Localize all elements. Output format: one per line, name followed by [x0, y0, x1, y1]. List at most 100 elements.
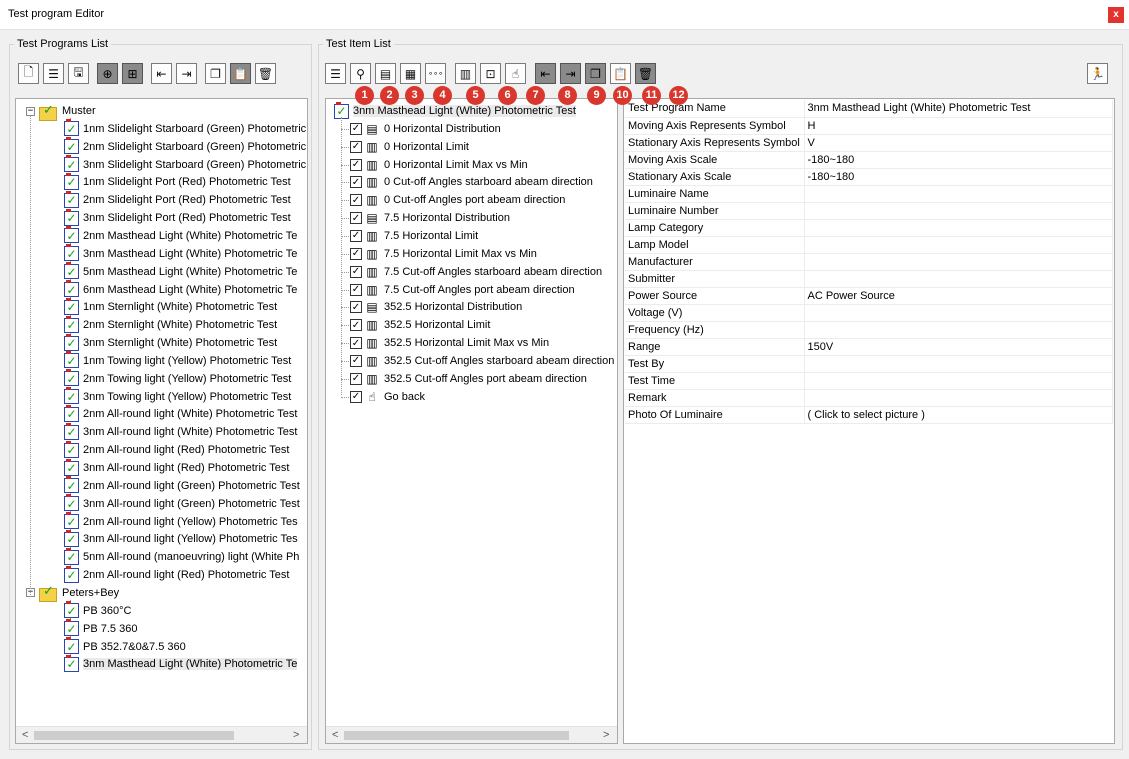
programs-toolbar-button[interactable]: 📋	[230, 63, 251, 84]
test-item[interactable]: ✓ ▥ 352.5 Horizontal Limit Max vs Min	[350, 334, 549, 352]
programs-toolbar-button[interactable]: 🗋	[18, 63, 39, 84]
property-value[interactable]: H	[804, 117, 1113, 135]
program-tree-item[interactable]: ✓ 3nm Slidelight Port (Red) Photometric T…	[64, 208, 291, 227]
items-tree-panel[interactable]: ✓ 3nm Masthead Light (White) Photometric …	[325, 98, 618, 744]
program-tree-item[interactable]: ✓ 3nm Slidelight Starboard (Green) Photom…	[64, 155, 306, 174]
property-value[interactable]: -180~180	[804, 151, 1113, 169]
checkbox[interactable]: ✓	[350, 140, 362, 153]
scroll-right-arrow[interactable]: >	[603, 729, 609, 741]
items-toolbar-button[interactable]: ☝	[505, 63, 526, 84]
programs-toolbar-button[interactable]: ⇥	[176, 63, 197, 84]
checkbox[interactable]: ✓	[350, 247, 362, 260]
program-tree-item[interactable]: ✓ 2nm All-round light (Red) Photometric T…	[64, 565, 289, 584]
items-toolbar-button[interactable]: ▦	[400, 63, 421, 84]
program-tree-item[interactable]: ✓ 3nm All-round light (Yellow) Photometri…	[64, 529, 298, 548]
property-row[interactable]: Moving Axis Scale -180~180	[625, 151, 1113, 169]
test-item[interactable]: ✓ ▥ 0 Cut-off Angles starboard abeam direc…	[350, 173, 593, 191]
program-tree-item[interactable]: ✓ 2nm Sternlight (White) Photometric Test	[64, 315, 277, 334]
checkbox[interactable]: ✓	[350, 283, 362, 296]
property-value[interactable]	[804, 389, 1113, 407]
items-toolbar-button[interactable]: ⊡	[480, 63, 501, 84]
scroll-left-arrow[interactable]: <	[22, 729, 28, 741]
programs-toolbar-button[interactable]: ⇤	[151, 63, 172, 84]
property-value[interactable]: -180~180	[804, 168, 1113, 186]
items-toolbar-button[interactable]: ⚲	[350, 63, 371, 84]
property-value[interactable]: V	[804, 134, 1113, 152]
program-tree-item[interactable]: ✓ 3nm Sternlight (White) Photometric Test	[64, 333, 277, 352]
property-value[interactable]: AC Power Source	[804, 287, 1113, 305]
test-item[interactable]: ✓ ▤ 0 Horizontal Distribution	[350, 120, 501, 138]
programs-toolbar-button[interactable]: 🖫	[68, 63, 89, 84]
checkbox[interactable]: ✓	[350, 265, 362, 278]
programs-toolbar-button[interactable]: ⊞	[122, 63, 143, 84]
program-tree-item[interactable]: ✓ 5nm Masthead Light (White) Photometric …	[64, 262, 297, 281]
items-toolbar-button[interactable]: ☰	[325, 63, 346, 84]
test-item[interactable]: ✓ ☝ Go back	[350, 388, 425, 406]
checkbox[interactable]: ✓	[350, 194, 362, 207]
property-row[interactable]: Frequency (Hz)	[625, 321, 1113, 339]
tree-group[interactable]: −Peters+Bey	[26, 584, 119, 603]
items-toolbar-button[interactable]: 📋	[610, 63, 631, 84]
items-toolbar-button[interactable]: ▤	[375, 63, 396, 84]
property-row[interactable]: Moving Axis Represents Symbol H	[625, 117, 1113, 135]
checkbox[interactable]: ✓	[350, 212, 362, 225]
property-row[interactable]: Power Source AC Power Source	[625, 287, 1113, 305]
property-row[interactable]: Submitter	[625, 270, 1113, 288]
program-tree-item[interactable]: ✓ PB 352.7&0&7.5 360	[64, 637, 186, 656]
property-row[interactable]: Test Time	[625, 372, 1113, 390]
property-value[interactable]	[804, 253, 1113, 271]
property-value[interactable]: 3nm Masthead Light (White) Photometric T…	[804, 100, 1113, 118]
program-tree-item[interactable]: ✓ 1nm Slidelight Port (Red) Photometric T…	[64, 172, 291, 191]
checkbox[interactable]: ✓	[350, 301, 362, 314]
items-toolbar-button[interactable]: ▥	[455, 63, 476, 84]
property-value[interactable]	[804, 202, 1113, 220]
program-tree-item[interactable]: ✓ 3nm All-round light (Green) Photometric…	[64, 494, 300, 513]
checkbox[interactable]: ✓	[350, 390, 362, 403]
program-tree-item[interactable]: ✓ PB 7.5 360	[64, 619, 137, 638]
scroll-left-arrow[interactable]: <	[332, 729, 338, 741]
test-item[interactable]: ✓ ▥ 352.5 Cut-off Angles port abeam direct…	[350, 370, 587, 388]
program-tree-item[interactable]: ✓ 1nm Sternlight (White) Photometric Test	[64, 297, 277, 316]
program-tree-item[interactable]: ✓ 3nm All-round light (White) Photometric…	[64, 422, 297, 441]
checkbox[interactable]: ✓	[350, 176, 362, 189]
test-item[interactable]: ✓ ▥ 7.5 Cut-off Angles starboard abeam dir…	[350, 263, 602, 281]
property-value[interactable]	[804, 321, 1113, 339]
property-value[interactable]	[804, 185, 1113, 203]
items-toolbar-button[interactable]: 🗑	[635, 63, 656, 84]
program-tree-item[interactable]: ✓ 2nm All-round light (Yellow) Photometri…	[64, 512, 298, 531]
property-row[interactable]: Photo Of Luminaire( Click to select pict…	[625, 406, 1113, 424]
test-item[interactable]: ✓ ▥ 7.5 Cut-off Angles port abeam directio…	[350, 281, 575, 299]
property-value[interactable]: ( Click to select picture )	[804, 406, 1113, 424]
checkbox[interactable]: ✓	[350, 319, 362, 332]
checkbox[interactable]: ✓	[350, 337, 362, 350]
property-value[interactable]	[804, 219, 1113, 237]
property-value[interactable]	[804, 270, 1113, 288]
test-item[interactable]: ✓ ▥ 0 Horizontal Limit	[350, 138, 469, 156]
property-value[interactable]	[804, 236, 1113, 254]
property-row[interactable]: Manufacturer	[625, 253, 1113, 271]
programs-tree-panel[interactable]: −Muster ✓ 1nm Slidelight Starboard (Green)…	[15, 98, 308, 744]
property-row[interactable]: Luminaire Number	[625, 202, 1113, 220]
checkbox[interactable]: ✓	[350, 229, 362, 242]
tree-group[interactable]: −Muster	[26, 102, 96, 121]
test-item[interactable]: ✓ ▤ 352.5 Horizontal Distribution	[350, 298, 522, 316]
item-tree-root[interactable]: ✓ 3nm Masthead Light (White) Photometric …	[334, 101, 576, 120]
close-button[interactable]: x	[1108, 7, 1124, 23]
program-tree-item[interactable]: ✓ 2nm All-round light (White) Photometric…	[64, 404, 297, 423]
program-tree-item[interactable]: ✓ 1nm Slidelight Starboard (Green) Photom…	[64, 119, 306, 138]
property-row[interactable]: Lamp Model	[625, 236, 1113, 254]
scroll-right-arrow[interactable]: >	[293, 729, 299, 741]
program-tree-item[interactable]: ✓ 2nm Slidelight Port (Red) Photometric T…	[64, 190, 291, 209]
program-tree-item[interactable]: ✓ 2nm Towing light (Yellow) Photometric T…	[64, 369, 291, 388]
scroll-thumb[interactable]	[34, 731, 234, 740]
test-item[interactable]: ✓ ▥ 352.5 Cut-off Angles starboard abeam d…	[350, 352, 614, 370]
property-value[interactable]	[804, 355, 1113, 373]
program-tree-item[interactable]: ✓ PB 360°C	[64, 601, 131, 620]
property-row[interactable]: Lamp Category	[625, 219, 1113, 237]
items-toolbar-button[interactable]: ∘∘∘	[425, 63, 446, 84]
scroll-thumb[interactable]	[344, 731, 569, 740]
programs-toolbar-button[interactable]: ☰	[43, 63, 64, 84]
property-value[interactable]: 150V	[804, 338, 1113, 356]
program-tree-item[interactable]: ✓ 2nm Slidelight Starboard (Green) Photom…	[64, 137, 306, 156]
property-row[interactable]: Range 150V	[625, 338, 1113, 356]
